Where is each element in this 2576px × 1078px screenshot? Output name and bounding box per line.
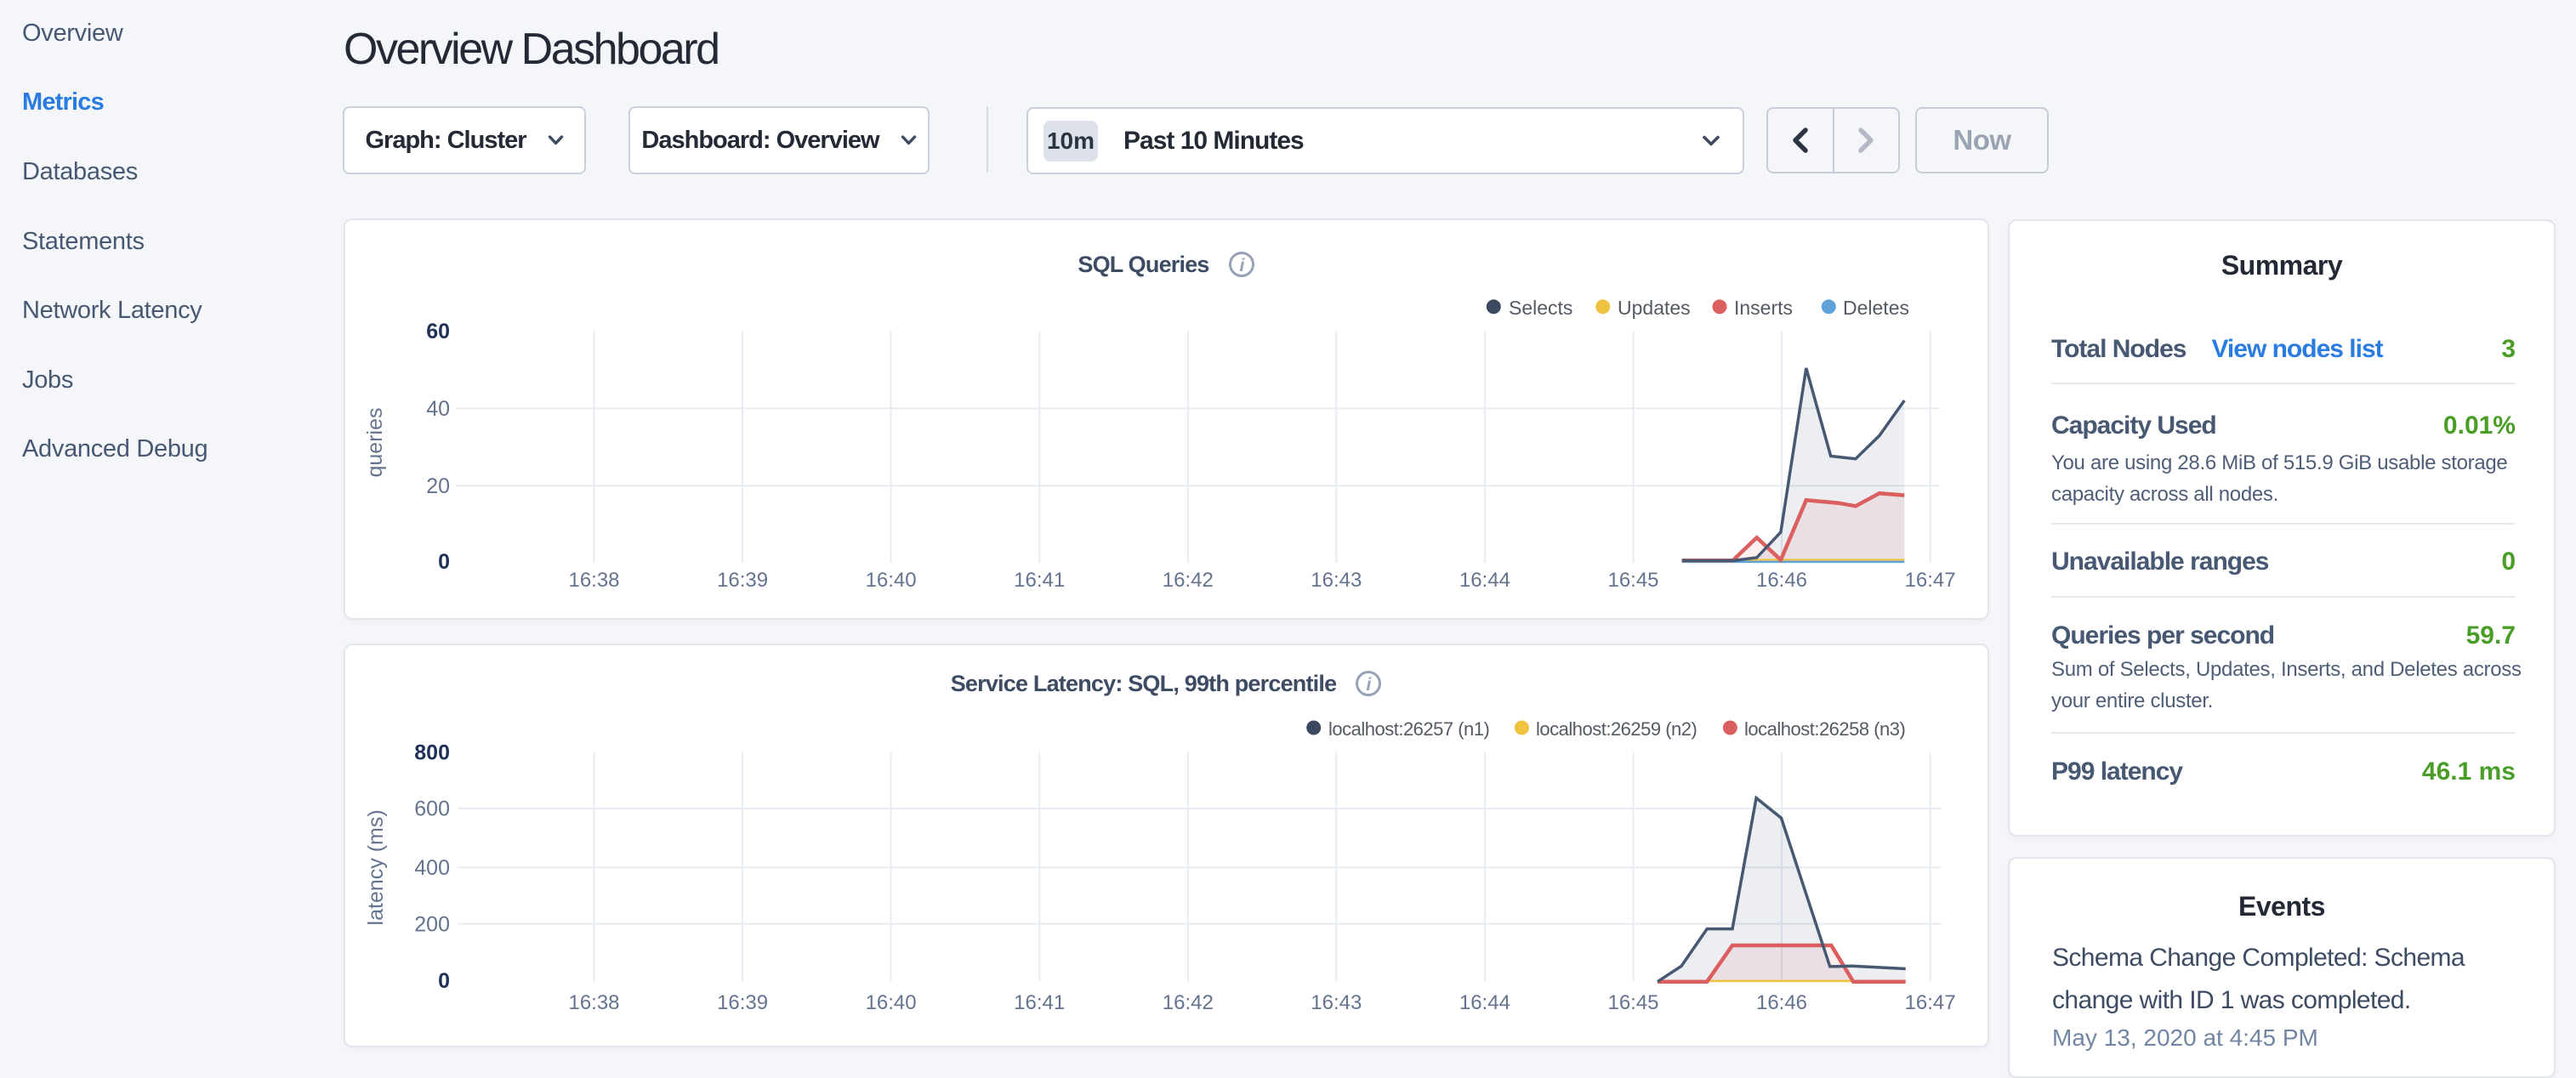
svg-text:16:38: 16:38: [568, 991, 619, 1014]
svg-text:localhost:26259 (n2): localhost:26259 (n2): [1536, 718, 1697, 740]
svg-text:400: 400: [414, 856, 450, 880]
svg-text:0: 0: [438, 550, 450, 574]
svg-text:16:43: 16:43: [1311, 991, 1362, 1014]
svg-text:16:42: 16:42: [1163, 991, 1214, 1014]
svg-text:800: 800: [414, 741, 450, 765]
svg-text:latency (ms): latency (ms): [364, 809, 388, 925]
svg-text:16:46: 16:46: [1756, 569, 1807, 592]
svg-text:16:39: 16:39: [717, 569, 768, 592]
svg-text:16:44: 16:44: [1459, 569, 1510, 592]
svg-text:16:47: 16:47: [1905, 991, 1956, 1014]
svg-text:16:44: 16:44: [1459, 991, 1510, 1014]
svg-text:16:43: 16:43: [1311, 569, 1362, 592]
svg-text:40: 40: [426, 397, 450, 421]
svg-text:16:39: 16:39: [717, 991, 768, 1014]
svg-text:16:47: 16:47: [1905, 569, 1956, 592]
svg-text:200: 200: [414, 913, 450, 937]
svg-text:20: 20: [426, 474, 450, 498]
svg-text:16:41: 16:41: [1014, 991, 1065, 1014]
svg-text:60: 60: [426, 320, 450, 343]
svg-text:600: 600: [414, 797, 450, 821]
svg-text:Selects: Selects: [1509, 297, 1572, 319]
svg-text:16:40: 16:40: [866, 569, 917, 592]
svg-text:16:46: 16:46: [1756, 991, 1807, 1014]
svg-text:Deletes: Deletes: [1843, 297, 1909, 319]
svg-text:localhost:26257 (n1): localhost:26257 (n1): [1328, 718, 1489, 740]
svg-text:Inserts: Inserts: [1734, 297, 1793, 319]
svg-text:queries: queries: [363, 408, 387, 478]
svg-text:16:45: 16:45: [1607, 991, 1658, 1014]
svg-text:0: 0: [438, 969, 450, 993]
svg-text:16:40: 16:40: [866, 991, 917, 1014]
svg-text:localhost:26258 (n3): localhost:26258 (n3): [1744, 718, 1905, 740]
svg-text:16:42: 16:42: [1163, 569, 1214, 592]
svg-text:Updates: Updates: [1618, 297, 1691, 319]
svg-text:16:41: 16:41: [1014, 569, 1065, 592]
svg-text:16:38: 16:38: [568, 569, 619, 592]
svg-text:16:45: 16:45: [1607, 569, 1658, 592]
